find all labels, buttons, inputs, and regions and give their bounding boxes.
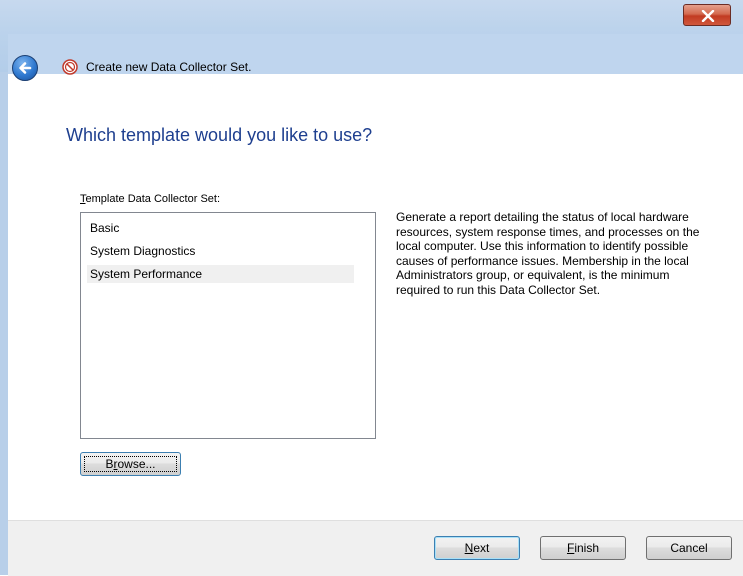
browse-button[interactable]: Browse...: [80, 452, 181, 476]
page-title: Which template would you like to use?: [66, 125, 373, 145]
template-list-label: Template Data Collector Set:: [80, 193, 221, 205]
list-item-basic[interactable]: Basic: [87, 219, 354, 237]
next-button[interactable]: Next: [434, 536, 520, 560]
back-button[interactable]: [12, 55, 38, 81]
focus-rectangle: Browse...: [84, 456, 177, 472]
cancel-button[interactable]: Cancel: [646, 536, 732, 560]
list-item-system-performance[interactable]: System Performance: [87, 265, 354, 283]
template-listbox[interactable]: Basic System Diagnostics System Performa…: [80, 212, 376, 439]
window-title: Create new Data Collector Set.: [86, 60, 252, 74]
close-icon: [701, 10, 715, 22]
template-description: Generate a report detailing the status o…: [396, 210, 700, 297]
finish-button[interactable]: Finish: [540, 536, 626, 560]
list-item-system-diagnostics[interactable]: System Diagnostics: [87, 242, 354, 260]
footer-bar: [8, 520, 743, 576]
window-border: [0, 72, 8, 575]
back-arrow-icon: [19, 62, 32, 74]
performance-monitor-icon: [62, 59, 78, 75]
close-button[interactable]: [683, 4, 731, 26]
